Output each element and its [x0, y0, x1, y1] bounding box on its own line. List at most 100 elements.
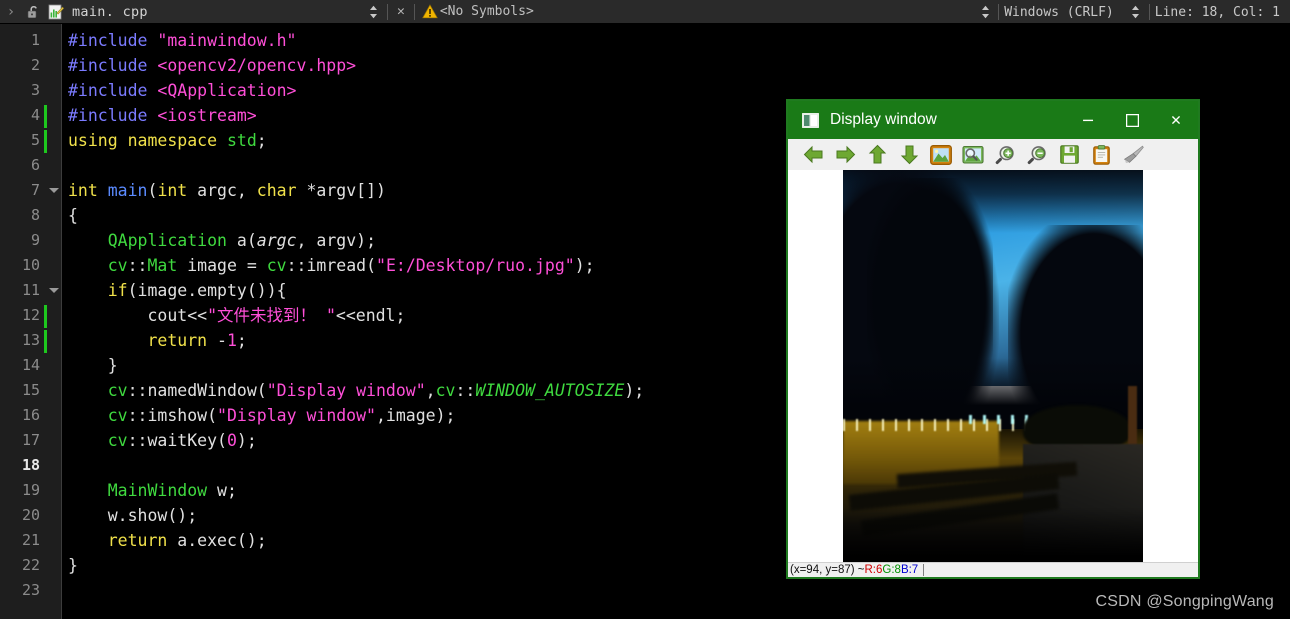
code-token: ::	[455, 381, 476, 400]
line-number: 20	[21, 506, 40, 524]
code-token: MainWindow	[107, 481, 208, 500]
gutter-line-6[interactable]: 6	[0, 153, 61, 178]
fit-image-icon[interactable]	[926, 142, 956, 168]
gutter-line-18[interactable]: 18	[0, 453, 61, 478]
topbar-divider-3	[998, 4, 1000, 20]
zoom-fit-icon[interactable]	[958, 142, 988, 168]
code-token: cv	[107, 406, 128, 425]
pixel-green-value: G:8	[882, 564, 901, 576]
gutter-line-7[interactable]: 7	[0, 178, 61, 203]
gutter-line-22[interactable]: 22	[0, 553, 61, 578]
code-token: namedWindow	[147, 381, 257, 400]
display-window-toolbar[interactable]	[788, 139, 1198, 170]
line-number: 16	[21, 406, 40, 424]
gutter-line-23[interactable]: 23	[0, 578, 61, 603]
gutter-line-12[interactable]: 12	[0, 303, 61, 328]
pan-up-icon[interactable]	[862, 142, 892, 168]
code-line-content	[63, 581, 68, 600]
code-line-1[interactable]: #include "mainwindow.h"	[63, 28, 1290, 53]
opencv-display-window[interactable]: Display window ─ ✕ (x=94, y=87) ~ R:6 G:…	[786, 99, 1200, 579]
minimize-button[interactable]: ─	[1066, 101, 1110, 139]
maximize-button[interactable]	[1110, 101, 1154, 139]
code-line-content: {	[63, 206, 78, 225]
gutter-line-2[interactable]: 2	[0, 53, 61, 78]
copy-icon[interactable]	[1086, 142, 1116, 168]
encoding-dropdown-icon[interactable]	[1128, 5, 1144, 19]
code-token: );	[624, 381, 645, 400]
gutter-line-5[interactable]: 5	[0, 128, 61, 153]
code-line-content: #include "mainwindow.h"	[63, 31, 296, 50]
line-number: 4	[30, 106, 40, 124]
chevron-right-icon[interactable]: ›	[0, 4, 22, 20]
topbar-divider-2	[413, 3, 415, 20]
zoom-out-icon[interactable]	[1022, 142, 1052, 168]
save-icon[interactable]	[1054, 142, 1084, 168]
code-line-content: return a.exec();	[63, 531, 267, 550]
gutter-line-9[interactable]: 9	[0, 228, 61, 253]
pan-down-icon[interactable]	[894, 142, 924, 168]
pixel-blue-value: B:7	[900, 564, 919, 576]
gutter-line-3[interactable]: 3	[0, 78, 61, 103]
gutter-line-8[interactable]: 8	[0, 203, 61, 228]
close-button[interactable]: ✕	[1154, 101, 1198, 139]
code-token: #include	[68, 56, 158, 75]
code-token: WINDOW_AUTOSIZE	[475, 381, 625, 400]
gutter-line-17[interactable]: 17	[0, 428, 61, 453]
open-file-name: main. cpp	[72, 3, 148, 20]
code-line-content: cv::imshow("Display window",image);	[63, 406, 456, 425]
code-line-2[interactable]: #include <opencv2/opencv.hpp>	[63, 53, 1290, 78]
code-token: using	[68, 131, 118, 150]
code-line-content: cv::namedWindow("Display window",cv::WIN…	[63, 381, 645, 400]
gutter-line-10[interactable]: 10	[0, 253, 61, 278]
fold-arrow-icon[interactable]	[48, 178, 60, 203]
file-selector-dropdown-icon[interactable]	[366, 5, 382, 19]
symbol-selector-label[interactable]: <No Symbols>	[440, 4, 534, 19]
code-token: imshow	[147, 406, 208, 425]
fold-arrow-icon[interactable]	[48, 278, 60, 303]
code-token: cv	[107, 256, 128, 275]
brush-icon[interactable]	[1118, 142, 1148, 168]
code-token: (	[207, 406, 218, 425]
pan-left-icon[interactable]	[798, 142, 828, 168]
pan-right-icon[interactable]	[830, 142, 860, 168]
line-number: 13	[21, 331, 40, 349]
image-canvas[interactable]	[788, 170, 1198, 570]
code-line-content: MainWindow w;	[63, 481, 237, 500]
line-number: 22	[21, 556, 40, 574]
line-number: 19	[21, 481, 40, 499]
code-token: cv	[107, 381, 128, 400]
gutter-line-16[interactable]: 16	[0, 403, 61, 428]
gutter-line-1[interactable]: 1	[0, 28, 61, 53]
display-window-titlebar[interactable]: Display window ─ ✕	[788, 101, 1198, 139]
line-number: 23	[21, 581, 40, 599]
code-token: Mat	[147, 256, 178, 275]
warning-triangle-icon[interactable]	[420, 4, 440, 19]
code-token: "mainwindow.h"	[157, 31, 297, 50]
zoom-in-icon[interactable]	[990, 142, 1020, 168]
cpp-file-icon[interactable]	[44, 4, 68, 20]
line-number: 9	[30, 231, 40, 249]
line-number: 17	[21, 431, 40, 449]
code-token: w.show();	[68, 506, 198, 525]
code-line-content: w.show();	[63, 506, 197, 525]
gutter-line-19[interactable]: 19	[0, 478, 61, 503]
close-file-button[interactable]: ✕	[393, 4, 409, 19]
gutter-line-4[interactable]: 4	[0, 103, 61, 128]
gutter-line-20[interactable]: 20	[0, 503, 61, 528]
line-number: 18	[21, 456, 40, 474]
line-ending-dropdown-icon[interactable]	[977, 5, 993, 19]
code-token: (	[256, 381, 267, 400]
code-token: ,image);	[376, 406, 456, 425]
line-ending-label[interactable]: Windows (CRLF)	[1004, 5, 1114, 20]
line-number: 8	[30, 206, 40, 224]
gutter-line-11[interactable]: 11	[0, 278, 61, 303]
gutter-line-14[interactable]: 14	[0, 353, 61, 378]
code-line-content: #include <iostream>	[63, 106, 257, 125]
gutter-line-15[interactable]: 15	[0, 378, 61, 403]
gutter-line-13[interactable]: 13	[0, 328, 61, 353]
gutter-line-21[interactable]: 21	[0, 528, 61, 553]
change-marker	[44, 305, 47, 328]
open-padlock-icon[interactable]	[22, 5, 44, 19]
